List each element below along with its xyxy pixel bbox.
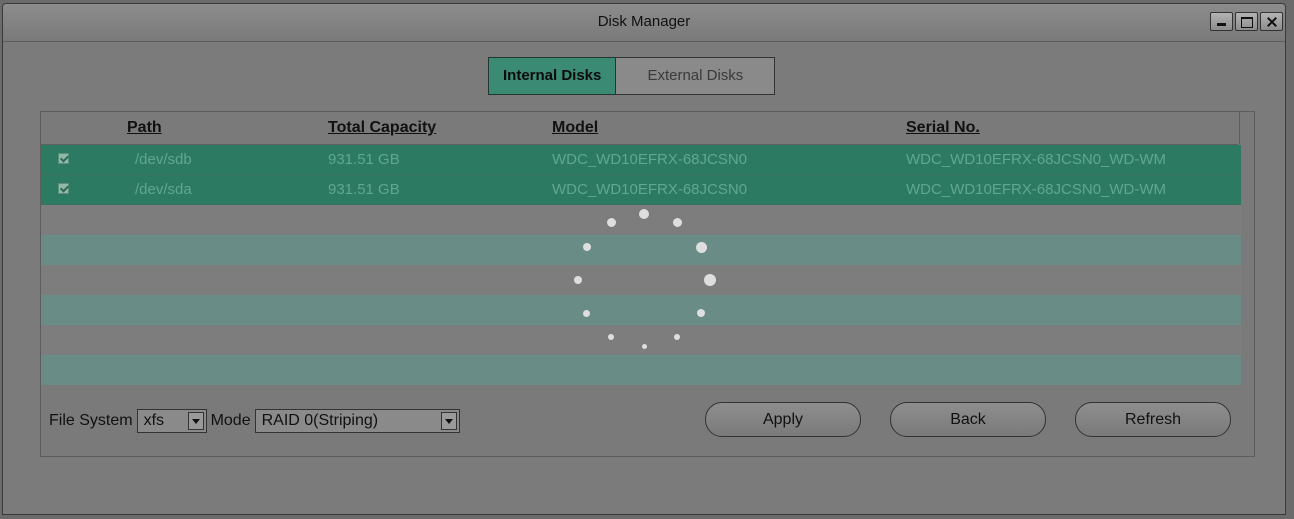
column-header-model[interactable]: Model — [552, 119, 598, 137]
table-header: Path Total Capacity Model Serial No. — [41, 112, 1238, 145]
minimize-button[interactable] — [1210, 12, 1233, 31]
checkbox-checked-icon[interactable] — [58, 153, 69, 164]
cell-path: /dev/sdb — [135, 151, 192, 168]
column-header-path[interactable]: Path — [127, 119, 162, 137]
mode-select[interactable]: RAID 0(Striping) — [254, 409, 460, 433]
empty-row — [41, 355, 1241, 385]
spinner-dot — [606, 218, 616, 228]
empty-row — [41, 295, 1241, 325]
options-bar: File System xfs Mode RAID 0(Striping) — [49, 407, 464, 435]
cell-serial: WDC_WD10EFRX-68JCSN0_WD-WM — [906, 181, 1167, 198]
tab-external-disks[interactable]: External Disks — [616, 57, 776, 95]
table-body: /dev/sdb 931.51 GB WDC_WD10EFRX-68JCSN0 … — [41, 145, 1241, 385]
file-system-label: File System — [49, 412, 133, 429]
empty-row — [41, 325, 1241, 355]
empty-row — [41, 235, 1241, 265]
spinner-dot — [672, 218, 682, 228]
window-title: Disk Manager — [597, 13, 691, 30]
refresh-button[interactable]: Refresh — [1075, 402, 1231, 437]
cell-path: /dev/sda — [135, 181, 192, 198]
table-row[interactable]: /dev/sdb 931.51 GB WDC_WD10EFRX-68JCSN0 … — [41, 145, 1241, 175]
scrollbar[interactable] — [1239, 112, 1254, 144]
disk-tabs: Internal Disks External Disks — [488, 57, 776, 95]
empty-row — [41, 265, 1241, 295]
cell-serial: WDC_WD10EFRX-68JCSN0_WD-WM — [906, 151, 1167, 168]
file-system-select[interactable]: xfs — [136, 409, 207, 433]
disk-manager-window: Disk Manager Internal Disks External Dis… — [2, 3, 1286, 515]
mode-label: Mode — [210, 412, 251, 429]
cell-model: WDC_WD10EFRX-68JCSN0 — [552, 151, 748, 168]
mode-value: RAID 0(Striping) — [261, 412, 379, 429]
spinner-dot — [639, 209, 649, 219]
spinner-dot — [582, 243, 591, 251]
cell-model: WDC_WD10EFRX-68JCSN0 — [552, 181, 748, 198]
checkbox-checked-icon[interactable] — [58, 183, 69, 194]
file-system-value: xfs — [143, 412, 165, 429]
tab-internal-disks[interactable]: Internal Disks — [488, 57, 617, 95]
spinner-dot — [574, 276, 582, 284]
cell-capacity: 931.51 GB — [328, 181, 400, 198]
close-button[interactable] — [1260, 12, 1283, 31]
spinner-dot — [695, 241, 707, 253]
spinner-dot — [583, 309, 591, 317]
apply-button[interactable]: Apply — [705, 402, 861, 437]
chevron-down-icon[interactable] — [440, 412, 457, 430]
table-row[interactable]: /dev/sda 931.51 GB WDC_WD10EFRX-68JCSN0 … — [41, 175, 1241, 205]
disk-table-panel: Path Total Capacity Model Serial No. /de… — [40, 111, 1255, 457]
window-controls — [1210, 12, 1283, 31]
spinner-dot — [704, 274, 716, 286]
column-header-total-capacity[interactable]: Total Capacity — [328, 119, 436, 137]
spinner-dot — [641, 343, 647, 349]
back-button[interactable]: Back — [890, 402, 1046, 437]
cell-capacity: 931.51 GB — [328, 151, 400, 168]
chevron-down-icon[interactable] — [187, 412, 204, 430]
column-header-serial-no[interactable]: Serial No. — [906, 119, 980, 137]
title-bar[interactable]: Disk Manager — [3, 4, 1285, 42]
maximize-button[interactable] — [1235, 12, 1258, 31]
